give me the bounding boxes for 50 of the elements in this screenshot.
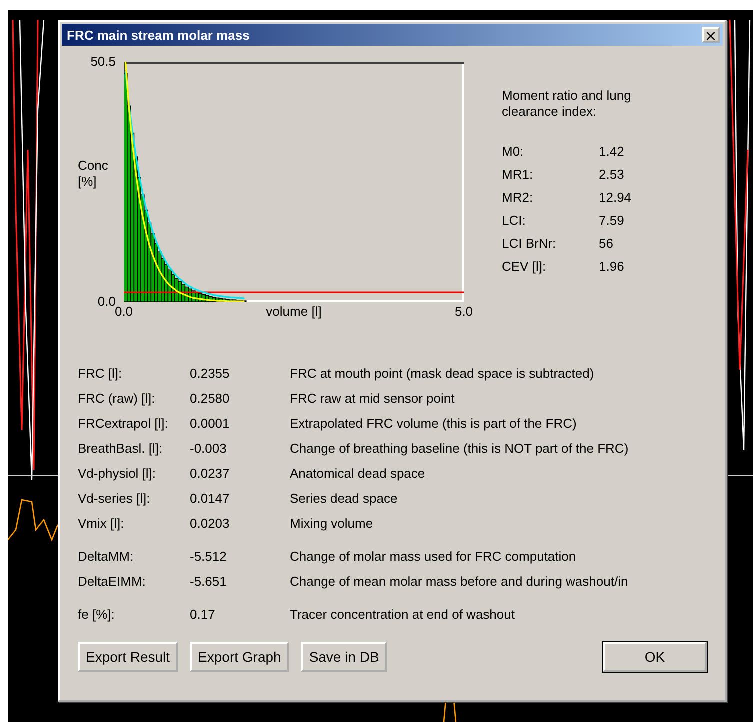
result-description: Extrapolated FRC volume (this is part of the FRC) (290, 416, 578, 431)
result-value: 0.0203 (190, 516, 231, 531)
metric-value: 56 (599, 236, 614, 251)
metric-label: LCI BrNr: (502, 236, 558, 251)
result-value: 0.2580 (190, 391, 231, 406)
result-value: 0.17 (190, 607, 216, 622)
result-label: DeltaMM: (78, 549, 135, 564)
metric-value: 12.94 (599, 190, 633, 205)
metric-label: MR1: (502, 167, 534, 182)
result-label: Vd-physiol [l]: (78, 466, 158, 481)
result-value: -5.651 (190, 574, 228, 589)
metric-value: 1.42 (599, 144, 626, 159)
metric-value: 7.59 (599, 213, 626, 228)
y-tick-label: 0.0 (98, 294, 116, 309)
result-label: BreathBasl. [l]: (78, 441, 164, 456)
result-label: Vd-series [l]: (78, 491, 152, 506)
result-label: DeltaEIMM: (78, 574, 147, 589)
result-value: 0.0001 (190, 416, 231, 431)
result-label: FRC (raw) [l]: (78, 391, 156, 406)
result-description: FRC raw at mid sensor point (290, 391, 456, 406)
result-description: Change of mean molar mass before and during washout/in (290, 574, 630, 589)
metric-label: LCI: (502, 213, 527, 228)
x-tick-label: 5.0 (454, 304, 474, 319)
metric-value: 2.53 (599, 167, 626, 182)
x-tick-label: 0.0 (114, 304, 134, 319)
result-value: 0.0147 (190, 491, 231, 506)
result-description: Anatomical dead space (290, 466, 426, 481)
result-label: FRC [l]: (78, 366, 124, 381)
metric-label: CEV [l]: (502, 259, 548, 274)
y-axis-label: Conc [%] (78, 158, 110, 190)
result-description: Change of breathing baseline (this is NOT part of the FRC) (290, 441, 630, 456)
result-description: FRC at mouth point (mask dead space is subtracted) (290, 366, 596, 381)
result-description: Series dead space (290, 491, 399, 506)
result-label: FRCextrapol [l]: (78, 416, 170, 431)
metric-label: M0: (502, 144, 525, 159)
result-label: fe [%]: (78, 607, 116, 622)
y-tick-label: 50.5 (90, 54, 116, 69)
result-value: -0.003 (190, 441, 228, 456)
result-description: Change of molar mass used for FRC computation (290, 549, 578, 564)
result-value: 0.2355 (190, 366, 231, 381)
x-axis-label: volume [l] (266, 304, 322, 319)
result-description: Tracer concentration at end of washout (290, 607, 516, 622)
result-label: Vmix [l]: (78, 516, 126, 531)
result-value: 0.0237 (190, 466, 231, 481)
moments-heading: Moment ratio and lung clearance index: (502, 88, 632, 120)
metric-label: MR2: (502, 190, 534, 205)
window-title: FRC main stream molar mass (67, 28, 250, 42)
result-description: Mixing volume (290, 516, 374, 531)
metric-value: 1.96 (599, 259, 626, 274)
result-value: -5.512 (190, 549, 228, 564)
